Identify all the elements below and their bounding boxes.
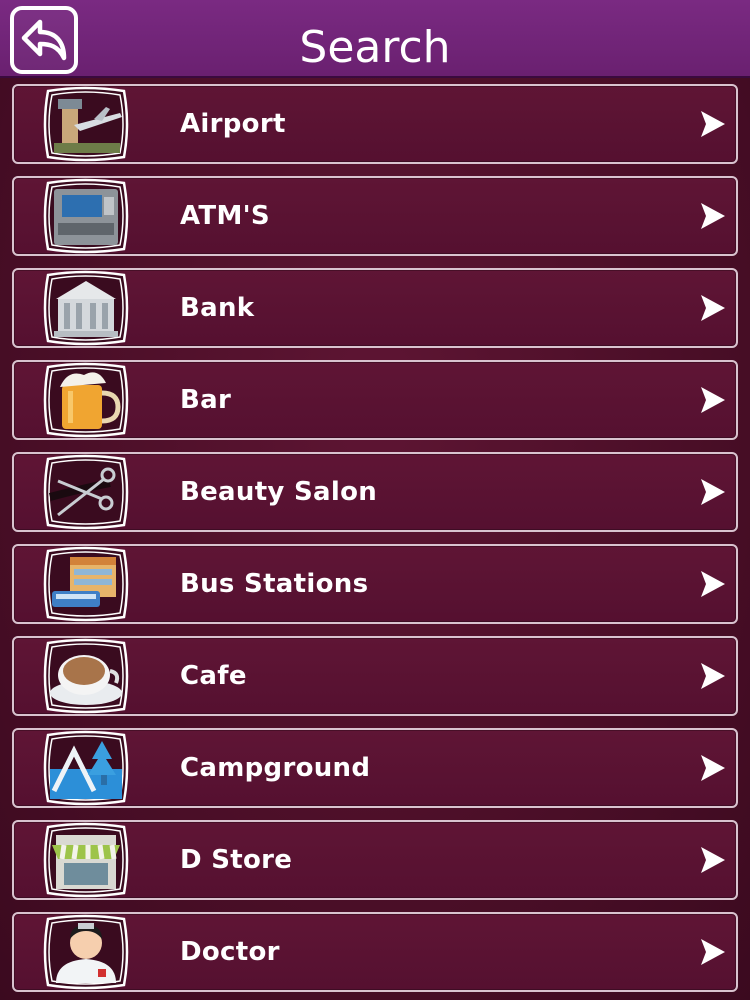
chevron-right-icon [696, 178, 728, 254]
atm-icon [43, 178, 129, 254]
category-label: Bus Stations [180, 569, 369, 599]
category-row-bus-stations[interactable]: Bus Stations [12, 544, 738, 624]
chevron-right-icon [696, 822, 728, 898]
category-label: Cafe [180, 661, 247, 691]
category-row-bar[interactable]: Bar [12, 360, 738, 440]
category-label: ATM'S [180, 201, 270, 231]
page-title: Search [299, 22, 451, 73]
chevron-right-icon [696, 362, 728, 438]
category-row-bank[interactable]: Bank [12, 268, 738, 348]
chevron-right-icon [696, 270, 728, 346]
icon-frame [39, 268, 131, 348]
category-label: Doctor [180, 937, 280, 967]
category-row-d-store[interactable]: D Store [12, 820, 738, 900]
beer-mug-icon [43, 362, 129, 438]
category-row-campground[interactable]: Campground [12, 728, 738, 808]
icon-frame [39, 452, 131, 532]
bus-station-icon [43, 546, 129, 622]
category-row-beauty-salon[interactable]: Beauty Salon [12, 452, 738, 532]
icon-frame [39, 360, 131, 440]
category-label: Beauty Salon [180, 477, 378, 507]
icon-frame [39, 176, 131, 256]
scissors-icon [43, 454, 129, 530]
icon-frame [39, 84, 131, 164]
category-row-airport[interactable]: Airport [12, 84, 738, 164]
chevron-right-icon [696, 546, 728, 622]
tent-icon [43, 730, 129, 806]
category-row-atm[interactable]: ATM'S [12, 176, 738, 256]
chevron-right-icon [696, 914, 728, 990]
search-screen: Search Airport ATM'S Bank Bar Beauty Sal… [0, 0, 750, 1000]
category-label: Bank [180, 293, 255, 323]
chevron-right-icon [696, 638, 728, 714]
icon-frame [39, 728, 131, 808]
icon-frame [39, 912, 131, 992]
coffee-cup-icon [43, 638, 129, 714]
icon-frame [39, 636, 131, 716]
icon-frame [39, 820, 131, 900]
category-label: Campground [180, 753, 371, 783]
chevron-right-icon [696, 454, 728, 530]
store-icon [43, 822, 129, 898]
category-label: Airport [180, 109, 286, 139]
bank-icon [43, 270, 129, 346]
header-bar: Search [0, 0, 750, 78]
doctor-icon [43, 914, 129, 990]
chevron-right-icon [696, 86, 728, 162]
category-row-doctor[interactable]: Doctor [12, 912, 738, 992]
category-row-cafe[interactable]: Cafe [12, 636, 738, 716]
category-label: D Store [180, 845, 293, 875]
chevron-right-icon [696, 730, 728, 806]
airport-icon [43, 86, 129, 162]
category-label: Bar [180, 385, 232, 415]
icon-frame [39, 544, 131, 624]
